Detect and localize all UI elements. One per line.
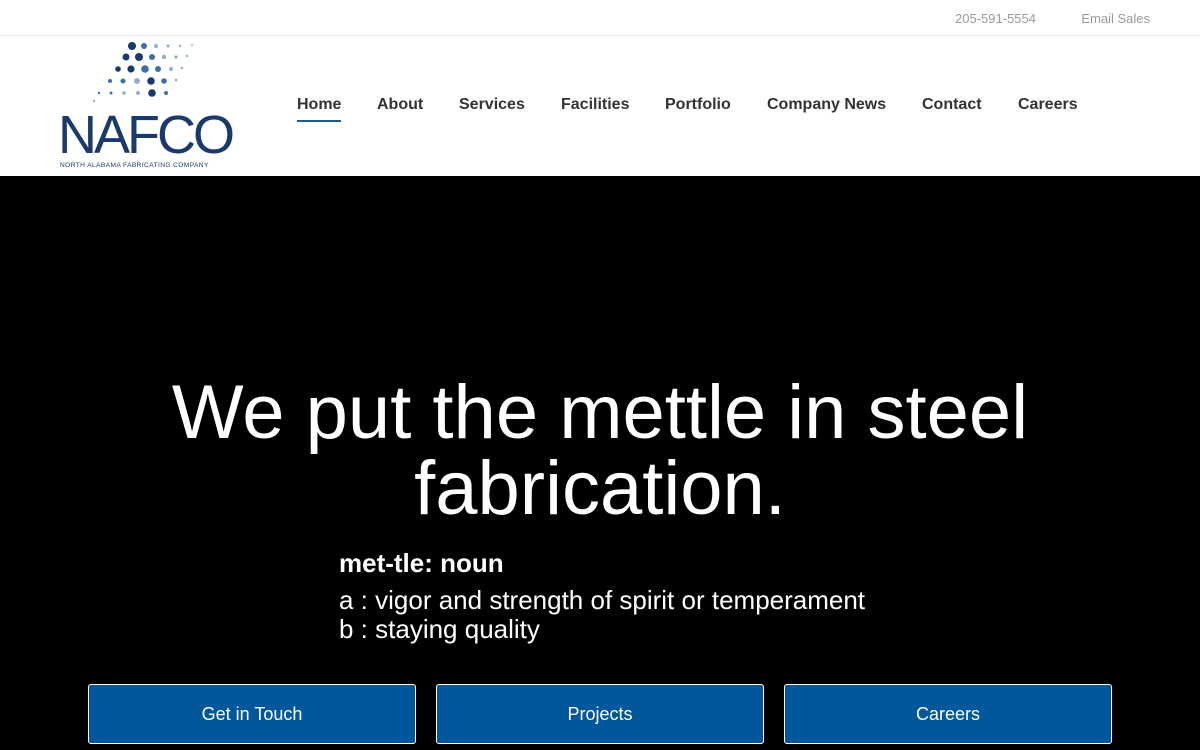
nafco-logo[interactable]: NAFCO NORTH ALABAMA FABRICATING COMPANY bbox=[58, 42, 236, 170]
nav-company-news[interactable]: Company News bbox=[767, 96, 886, 114]
projects-button[interactable]: Projects bbox=[436, 684, 764, 744]
nav-services[interactable]: Services bbox=[459, 96, 525, 114]
definition-term: met-tle: noun bbox=[339, 548, 504, 578]
nav-about[interactable]: About bbox=[377, 96, 423, 114]
logo-wordmark: NAFCO bbox=[58, 105, 235, 165]
hero-headline: We put the mettle in steel fabrication. bbox=[0, 375, 1200, 527]
mettle-definition: met-tle: noun a : vigor and strength of … bbox=[339, 548, 865, 644]
nav-portfolio[interactable]: Portfolio bbox=[665, 96, 731, 114]
email-sales-link[interactable]: Email Sales bbox=[1081, 11, 1150, 26]
definition-b: b : staying quality bbox=[339, 614, 540, 644]
site-header: NAFCO NORTH ALABAMA FABRICATING COMPANY … bbox=[0, 36, 1200, 176]
hero-headline-line-1: We put the mettle in steel bbox=[171, 370, 1029, 455]
get-in-touch-button[interactable]: Get in Touch bbox=[88, 684, 416, 744]
nav-contact[interactable]: Contact bbox=[922, 96, 982, 114]
nav-facilities[interactable]: Facilities bbox=[561, 96, 629, 114]
dot-grid-logo-icon bbox=[93, 42, 193, 102]
phone-link[interactable]: 205-591-5554 bbox=[955, 11, 1036, 26]
logo-tagline: NORTH ALABAMA FABRICATING COMPANY bbox=[60, 162, 209, 169]
hero-headline-line-2: fabrication. bbox=[414, 446, 786, 531]
careers-button[interactable]: Careers bbox=[784, 684, 1112, 744]
definition-a: a : vigor and strength of spirit or temp… bbox=[339, 585, 866, 615]
top-utility-bar: 205-591-5554 Email Sales bbox=[0, 0, 1200, 36]
nav-home[interactable]: Home bbox=[297, 96, 342, 122]
nav-careers[interactable]: Careers bbox=[1018, 96, 1078, 114]
hero-section: We put the mettle in steel fabrication. … bbox=[0, 176, 1200, 750]
